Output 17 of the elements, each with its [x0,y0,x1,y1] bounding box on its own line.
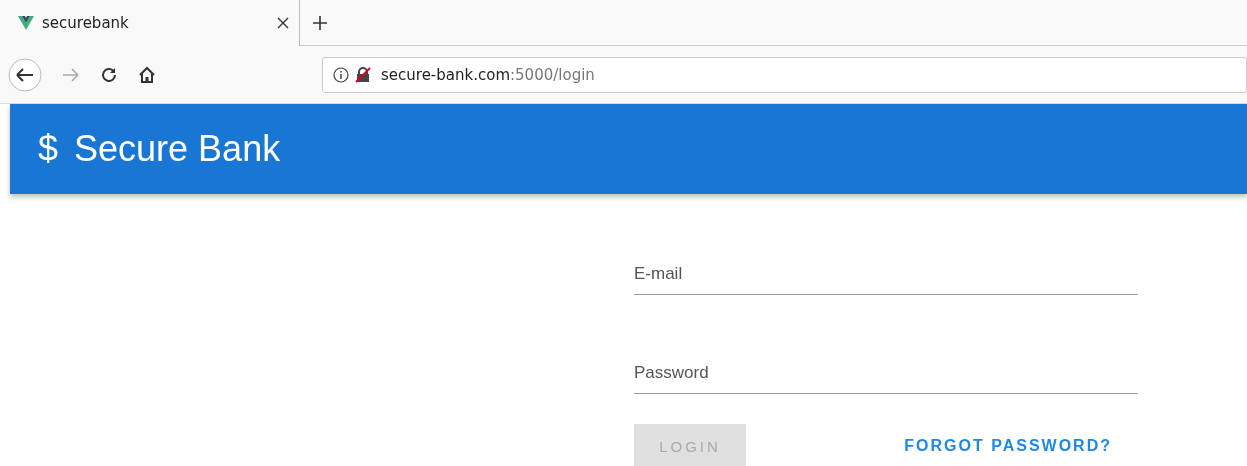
address-bar[interactable]: secure-bank.com:5000/login [322,56,1247,93]
app-icon: $ [38,128,59,170]
input-field[interactable]: E-mail [634,264,1138,295]
forgot-password-link[interactable]: FORGOT PASSWORD? [904,437,1112,455]
info-icon[interactable] [333,66,349,83]
browser-tab[interactable]: securebank [0,0,300,46]
v-logo-icon [18,15,34,30]
home-icon[interactable] [138,65,156,84]
url-path: :5000/login [510,65,595,84]
app-title: Secure Bank [74,128,281,170]
back-icon[interactable] [8,57,42,92]
insecure-lock-icon[interactable] [355,66,371,83]
close-icon[interactable] [277,16,289,29]
url-host: secure-bank.com [381,65,510,84]
new-tab-icon[interactable] [312,14,328,31]
reload-icon[interactable] [100,65,118,84]
input-field[interactable]: Password [634,363,1138,394]
